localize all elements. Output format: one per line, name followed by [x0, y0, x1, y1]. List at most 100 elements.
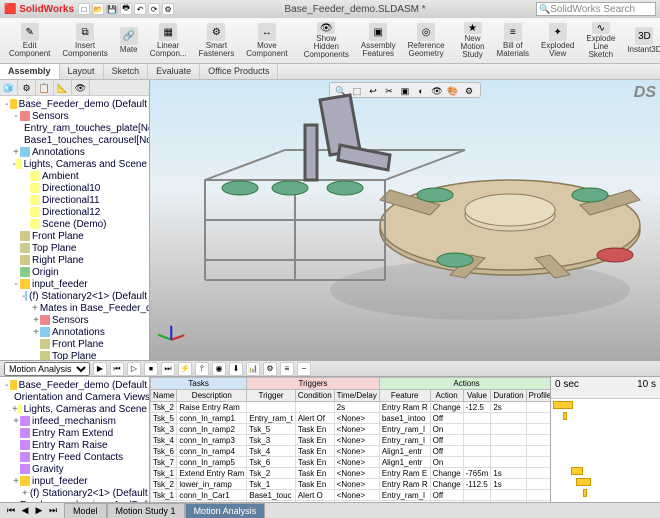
- cell[interactable]: <None>: [334, 457, 379, 468]
- cell[interactable]: [463, 501, 491, 503]
- tree-node[interactable]: Right Plane: [2, 254, 147, 266]
- tree-node[interactable]: +Lights, Cameras and Scene: [2, 403, 147, 415]
- tree-node[interactable]: Top Plane: [2, 350, 147, 360]
- gravity-icon[interactable]: ⬇: [229, 362, 243, 376]
- cell[interactable]: Tsk_1: [151, 490, 177, 501]
- cell[interactable]: Tsk_2: [247, 468, 296, 479]
- tree-node[interactable]: Entry_ram_touches_plate[No I: [2, 122, 147, 134]
- cell[interactable]: Task En: [295, 457, 334, 468]
- cell[interactable]: conn_In_Car2: [177, 501, 247, 503]
- col-header[interactable]: Feature: [379, 390, 430, 402]
- calculate-icon[interactable]: ▶: [93, 362, 107, 376]
- cell[interactable]: Entry Ram R: [379, 479, 430, 490]
- tree-node[interactable]: -Base_Feeder_demo (Default: [2, 379, 147, 391]
- ribbon-edit[interactable]: ✎EditComponent: [4, 20, 55, 61]
- cell[interactable]: Entry_ram_l: [379, 424, 430, 435]
- cell[interactable]: Task En: [295, 424, 334, 435]
- tree-node[interactable]: Scene (Demo): [2, 218, 147, 230]
- collapse-icon[interactable]: −: [297, 362, 311, 376]
- cell[interactable]: -12.5: [463, 402, 491, 413]
- event-table[interactable]: TasksTriggersActionsTime NameDescription…: [150, 377, 550, 502]
- tree-node[interactable]: Front Plane: [2, 338, 147, 350]
- dim-tab-icon[interactable]: 📐: [54, 80, 72, 96]
- event-row[interactable]: Tsk_5conn_In_ramp1Entry_ram_tAlert Of<No…: [151, 413, 551, 424]
- cell[interactable]: [526, 468, 550, 479]
- cell[interactable]: Tsk_3: [247, 435, 296, 446]
- settings-icon[interactable]: ⚙: [263, 362, 277, 376]
- col-header[interactable]: Action: [430, 390, 463, 402]
- cell[interactable]: [526, 479, 550, 490]
- cell[interactable]: base1_intoo: [379, 413, 430, 424]
- col-header[interactable]: Profile: [526, 390, 550, 402]
- cell[interactable]: Alert Of: [295, 413, 334, 424]
- cell[interactable]: 1s: [491, 468, 526, 479]
- cell[interactable]: [526, 501, 550, 503]
- tree-node[interactable]: Ambient: [2, 170, 147, 182]
- cell[interactable]: Tsk_2: [151, 402, 177, 413]
- cell[interactable]: -765m: [463, 468, 491, 479]
- cell[interactable]: [526, 490, 550, 501]
- cell[interactable]: [526, 424, 550, 435]
- tree-node[interactable]: Entry Ram Extend: [2, 427, 147, 439]
- cell[interactable]: conn_In_ramp4: [177, 446, 247, 457]
- cell[interactable]: Tsk_2: [151, 501, 177, 503]
- col-header[interactable]: Time/Delay: [334, 390, 379, 402]
- cell[interactable]: Tsk_1: [151, 468, 177, 479]
- cell[interactable]: conn_In_Car1: [177, 490, 247, 501]
- display-tab-icon[interactable]: 👁: [72, 80, 90, 96]
- cell[interactable]: On: [430, 501, 463, 503]
- cell[interactable]: Entry_ram_l: [379, 490, 430, 501]
- cell[interactable]: Entry Ram E: [379, 468, 430, 479]
- cell[interactable]: Task En: [295, 435, 334, 446]
- col-header[interactable]: Duration: [491, 390, 526, 402]
- ribbon-move[interactable]: ↔MoveComponent: [241, 20, 292, 61]
- cell[interactable]: 2s: [491, 402, 526, 413]
- event-row[interactable]: Tsk_4conn_In_ramp3Tsk_3Task En<None>Entr…: [151, 435, 551, 446]
- cell[interactable]: [491, 435, 526, 446]
- cell[interactable]: Align1_entr: [379, 446, 430, 457]
- ribbon-new[interactable]: ★NewMotionStudy: [456, 20, 490, 61]
- cell[interactable]: Change: [430, 402, 463, 413]
- tree-node[interactable]: +Feeder_mechanism<1> (Default: [2, 499, 147, 502]
- tree-node[interactable]: +Annotations: [2, 326, 147, 338]
- tree-node[interactable]: +input_feeder: [2, 475, 147, 487]
- cell[interactable]: On: [430, 424, 463, 435]
- cell[interactable]: Tsk_3: [151, 424, 177, 435]
- open-icon[interactable]: 📂: [92, 3, 104, 15]
- tab-first-icon[interactable]: ⏮: [4, 505, 18, 516]
- play-icon[interactable]: ▷: [127, 362, 141, 376]
- ribbon-exploded[interactable]: ✦ExplodedView: [536, 20, 579, 61]
- cell[interactable]: Entry Ram R: [379, 402, 430, 413]
- cell[interactable]: Tsk_4: [247, 446, 296, 457]
- tree-node[interactable]: +Mates in Base_Feeder_demo: [2, 302, 147, 314]
- feature-tree-body[interactable]: -Base_Feeder_demo (Default-SensorsEntry_…: [0, 96, 149, 360]
- cell[interactable]: [491, 490, 526, 501]
- tree-node[interactable]: Entry Ram Raise: [2, 439, 147, 451]
- cell[interactable]: <None>: [334, 490, 379, 501]
- event-row[interactable]: Tsk_2lower_in_rampTsk_1Task En<None>Entr…: [151, 479, 551, 490]
- event-row[interactable]: Tsk_2conn_In_Car2Tsk_1Task En<None>in_ca…: [151, 501, 551, 503]
- cell[interactable]: Tsk_1: [247, 479, 296, 490]
- tree-node[interactable]: Gravity: [2, 463, 147, 475]
- tab-layout[interactable]: Layout: [60, 64, 104, 79]
- 3d-viewport[interactable]: 🔍 ⬚ ↩ ✂ ▣ ◐ 👁 🎨 ⚙ DS: [150, 80, 660, 360]
- cell[interactable]: Alert O: [295, 490, 334, 501]
- cell[interactable]: Tsk_5: [151, 413, 177, 424]
- cell[interactable]: [295, 402, 334, 413]
- cell[interactable]: [463, 490, 491, 501]
- tree-node[interactable]: -input_feeder: [2, 278, 147, 290]
- cell[interactable]: Off: [430, 490, 463, 501]
- contact-icon[interactable]: ◉: [212, 362, 226, 376]
- search-input[interactable]: 🔍 SolidWorks Search: [536, 2, 656, 16]
- rebuild-icon[interactable]: ⟳: [148, 3, 160, 15]
- ribbon-reference[interactable]: ◎ReferenceGeometry: [403, 20, 450, 61]
- stop-icon[interactable]: ⏹: [144, 362, 158, 376]
- cell[interactable]: [491, 501, 526, 503]
- cell[interactable]: <None>: [334, 501, 379, 503]
- cell[interactable]: conn_In_ramp3: [177, 435, 247, 446]
- property-tab-icon[interactable]: ⚙: [18, 80, 36, 96]
- tree-node[interactable]: -(f) Stationary2<1> (Default: [2, 290, 147, 302]
- ribbon-assembly[interactable]: ▣AssemblyFeatures: [356, 20, 401, 61]
- cell[interactable]: 1s: [491, 479, 526, 490]
- cell[interactable]: On: [430, 457, 463, 468]
